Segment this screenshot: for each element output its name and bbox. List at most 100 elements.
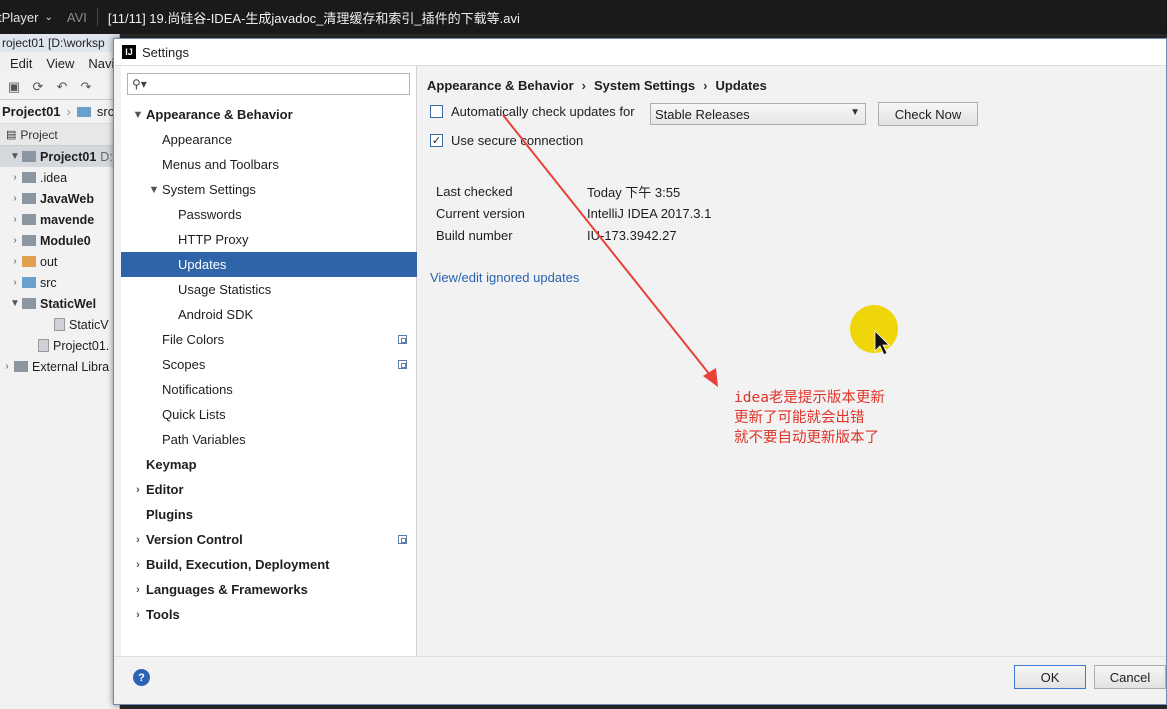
settings-nav-item[interactable]: Appearance [121, 127, 417, 152]
updates-panel: Appearance & Behavior › System Settings … [418, 66, 1166, 656]
settings-nav-item[interactable]: Passwords [121, 202, 417, 227]
project-icon: ▤ [6, 129, 17, 141]
settings-nav-label: Passwords [178, 207, 242, 222]
tree-row[interactable]: › External Libra [0, 356, 119, 377]
chevron-down-icon[interactable]: ▼ [130, 109, 146, 121]
update-channel-select[interactable]: Stable Releases ▼ [650, 103, 866, 125]
settings-nav-item[interactable]: Path Variables [121, 427, 417, 452]
folder-icon [22, 193, 36, 204]
settings-nav-item[interactable]: › Tools [121, 602, 417, 627]
menu-item[interactable]: Navi [88, 56, 114, 71]
settings-dialog: IJ Settings ⚲▾ ▼ Appearance & Behavior App… [113, 38, 1167, 705]
tree-row[interactable]: StaticV [0, 314, 119, 335]
chevron-right-icon[interactable]: › [130, 484, 146, 496]
settings-nav-item[interactable]: Keymap [121, 452, 417, 477]
expand-arrow-icon[interactable]: › [8, 235, 22, 246]
chevron-right-icon: › [703, 78, 708, 93]
tree-row[interactable]: ▼ Project01 D: [0, 146, 119, 167]
settings-nav-item[interactable]: File Colors [121, 327, 417, 352]
breadcrumb-project[interactable]: Project01 [2, 104, 61, 119]
format-label: AVI [66, 9, 87, 25]
save-icon[interactable]: ▣ [6, 79, 22, 95]
settings-nav-item[interactable]: HTTP Proxy [121, 227, 417, 252]
settings-nav-item[interactable]: › Languages & Frameworks [121, 577, 417, 602]
settings-nav-label: Path Variables [162, 432, 246, 447]
tree-row[interactable]: › JavaWeb [0, 188, 119, 209]
player-title-bar: tPlayer ⌄ AVI [11/11] 19.尚硅谷-IDEA-生成java… [0, 0, 1167, 34]
settings-nav-item[interactable]: Menus and Toolbars [121, 152, 417, 177]
settings-nav-item[interactable]: › Editor [121, 477, 417, 502]
ok-button[interactable]: OK [1014, 665, 1086, 689]
chevron-right-icon[interactable]: › [130, 584, 146, 596]
expand-arrow-icon[interactable]: › [8, 277, 22, 288]
settings-nav-item[interactable]: › Build, Execution, Deployment [121, 552, 417, 577]
cancel-button[interactable]: Cancel [1094, 665, 1166, 689]
settings-nav-item[interactable]: Usage Statistics [121, 277, 417, 302]
menu-item[interactable]: View [46, 56, 74, 71]
cursor-highlight [850, 305, 898, 353]
settings-search-field[interactable]: ⚲▾ [127, 73, 410, 95]
expand-arrow-icon[interactable]: › [8, 256, 22, 267]
chevron-right-icon[interactable]: › [130, 559, 146, 571]
search-input[interactable] [150, 76, 409, 92]
chevron-right-icon[interactable]: › [130, 609, 146, 621]
settings-nav-item[interactable]: ▼ System Settings [121, 177, 417, 202]
ide-menubar: Edit View Navi [0, 52, 119, 74]
undo-icon[interactable]: ↶ [54, 79, 70, 95]
expand-arrow-icon[interactable]: › [8, 193, 22, 204]
view-ignored-updates-link[interactable]: View/edit ignored updates [430, 270, 579, 285]
chevron-down-icon[interactable]: ▼ [146, 184, 162, 196]
sync-icon[interactable]: ⟳ [30, 79, 46, 95]
tree-row[interactable]: › .idea [0, 167, 119, 188]
tree-row[interactable]: › src [0, 272, 119, 293]
expand-arrow-icon[interactable]: ▼ [8, 151, 22, 162]
tree-row[interactable]: › out [0, 251, 119, 272]
settings-nav-label: Menus and Toolbars [162, 157, 279, 172]
expand-arrow-icon[interactable]: ▼ [8, 298, 22, 309]
settings-nav-label: Editor [146, 482, 184, 497]
redo-icon[interactable]: ↷ [78, 79, 94, 95]
info-value: IntelliJ IDEA 2017.3.1 [587, 205, 712, 221]
menu-item[interactable]: Edit [10, 56, 32, 71]
settings-nav-label: Quick Lists [162, 407, 226, 422]
expand-arrow-icon[interactable]: › [8, 214, 22, 225]
player-app-name: tPlayer [0, 9, 39, 25]
auto-check-label[interactable]: Automatically check updates for [451, 104, 635, 119]
settings-nav-label: File Colors [162, 332, 225, 347]
tree-row[interactable]: Project01. [0, 335, 119, 356]
settings-nav-label: Appearance & Behavior [146, 107, 293, 122]
settings-nav-label: Android SDK [178, 307, 254, 322]
expand-arrow-icon[interactable]: › [8, 172, 22, 183]
tree-row[interactable]: ▼ StaticWel [0, 293, 119, 314]
tree-item-path: D: [100, 149, 113, 164]
settings-nav-label: Keymap [146, 457, 197, 472]
check-now-button[interactable]: Check Now [878, 102, 978, 126]
auto-check-checkbox[interactable] [430, 105, 443, 118]
expand-arrow-icon[interactable]: › [0, 361, 14, 372]
project-scope-icon [398, 360, 407, 369]
tree-item-label: Module0 [40, 233, 91, 248]
tree-row[interactable]: › Module0 [0, 230, 119, 251]
settings-nav-item[interactable]: › Version Control [121, 527, 417, 552]
secure-connection-label[interactable]: Use secure connection [451, 133, 583, 148]
breadcrumb-src[interactable]: src [97, 104, 114, 119]
tree-row[interactable]: › mavende [0, 209, 119, 230]
annotation-text: idea老是提示版本更新 更新了可能就会出错 就不要自动更新版本了 [734, 390, 885, 446]
secure-connection-checkbox[interactable]: ✓ [430, 134, 443, 147]
settings-nav-item[interactable]: Notifications [121, 377, 417, 402]
player-menu-button[interactable]: tPlayer ⌄ [0, 10, 53, 25]
settings-nav-item[interactable]: Scopes [121, 352, 417, 377]
settings-nav-item[interactable]: Android SDK [121, 302, 417, 327]
update-info: Last checked Today 下午 3:55 Current versi… [436, 180, 711, 246]
help-icon[interactable]: ? [133, 669, 150, 686]
settings-nav-item[interactable]: Plugins [121, 502, 417, 527]
chevron-right-icon[interactable]: › [130, 534, 146, 546]
search-icon: ⚲▾ [132, 77, 147, 91]
settings-nav-item[interactable]: Quick Lists [121, 402, 417, 427]
project-tool-tab[interactable]: ▤ Project [0, 124, 119, 146]
settings-nav-item[interactable]: Updates [121, 252, 417, 277]
project-tree: ▼ Project01 D: › .idea › JavaWeb › mavende › Modul… [0, 146, 119, 377]
settings-nav-item[interactable]: ▼ Appearance & Behavior [121, 102, 417, 127]
project-scope-icon [398, 335, 407, 344]
breadcrumb-appearance: Appearance & Behavior [427, 78, 574, 93]
